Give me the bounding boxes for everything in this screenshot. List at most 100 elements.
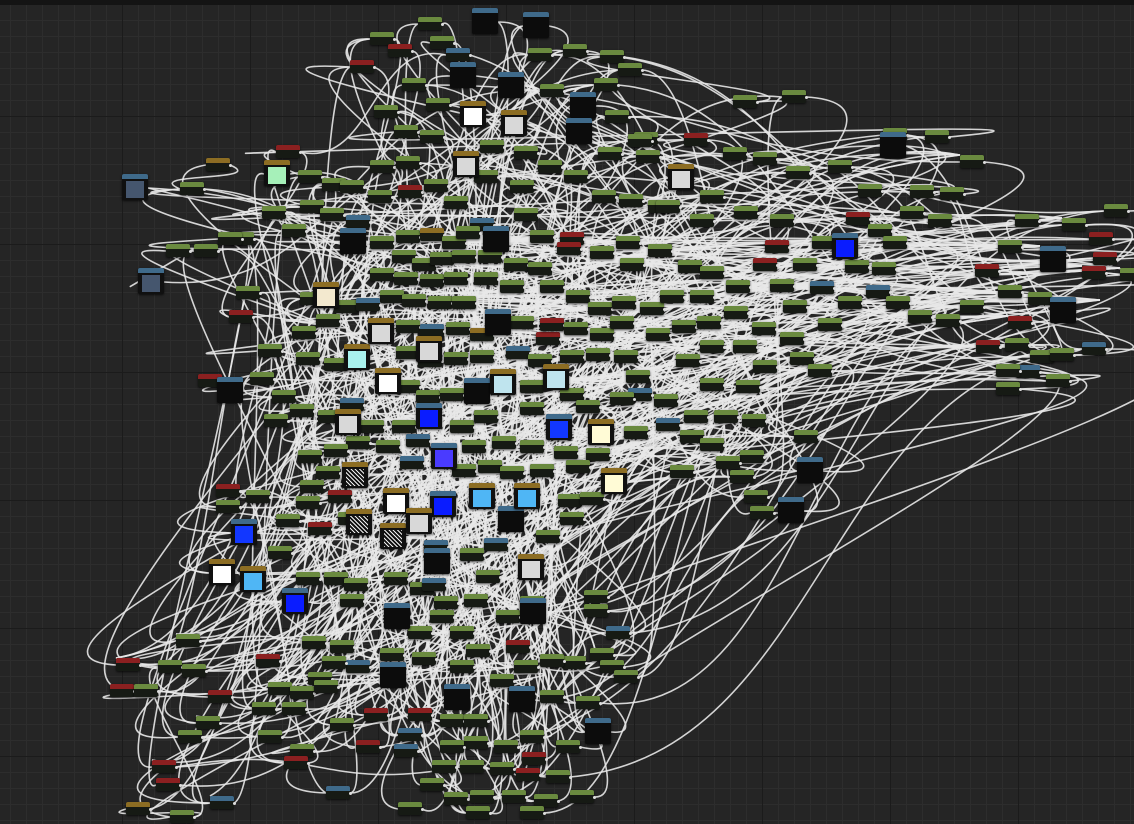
function-node[interactable] [753,258,779,271]
scalar-parameter-node[interactable] [452,250,478,263]
texture-sample-node[interactable] [1050,297,1076,323]
output-pin[interactable] [1085,224,1088,227]
output-pin[interactable] [363,404,366,407]
output-pin[interactable] [617,84,620,87]
scalar-parameter-node[interactable] [936,314,962,327]
output-pin[interactable] [279,660,282,663]
output-pin[interactable] [579,746,582,749]
function-node[interactable] [516,768,542,781]
output-pin[interactable] [776,158,779,161]
scalar-parameter-node[interactable] [563,44,589,57]
output-pin[interactable] [299,151,302,154]
material-graph-canvas[interactable] [0,0,1134,824]
output-pin[interactable] [139,664,142,667]
scalar-parameter-node[interactable] [998,240,1024,253]
output-pin[interactable] [533,322,536,325]
scalar-parameter-node[interactable] [588,302,614,315]
texture-sample-node[interactable] [498,506,524,532]
output-pin[interactable] [319,358,322,361]
color-parameter-node[interactable] [240,566,266,592]
output-pin[interactable] [1073,354,1076,357]
scalar-parameter-node[interactable] [782,90,808,103]
output-pin[interactable] [637,356,640,359]
output-pin[interactable] [551,360,554,363]
output-pin[interactable] [763,456,766,459]
output-pin[interactable] [281,350,284,353]
output-pin[interactable] [537,214,540,217]
scalar-parameter-node[interactable] [716,456,742,469]
scalar-parameter-node[interactable] [700,266,726,279]
scalar-parameter-node[interactable] [432,760,458,773]
output-pin[interactable] [629,632,632,635]
output-pin[interactable] [483,766,486,769]
output-pin[interactable] [803,338,806,341]
texture-sample-node[interactable] [566,118,592,144]
output-pin[interactable] [851,166,854,169]
scalar-parameter-node[interactable] [742,414,768,427]
scalar-parameter-node[interactable] [586,448,612,461]
texture-sample-node[interactable] [444,684,470,710]
output-pin[interactable] [707,416,710,419]
scalar-parameter-node[interactable] [394,272,420,285]
output-pin[interactable] [1116,258,1119,261]
scalar-parameter-node[interactable] [590,328,616,341]
texture-parameter-node[interactable] [126,802,152,815]
output-pin[interactable] [485,446,488,449]
scalar-parameter-node[interactable] [158,660,184,673]
output-pin[interactable] [523,286,526,289]
output-pin[interactable] [353,646,356,649]
color-parameter-node[interactable] [122,174,148,200]
output-pin[interactable] [369,442,372,445]
function-node[interactable] [1089,232,1115,245]
function-node[interactable] [388,44,414,57]
scalar-parameter-node[interactable] [560,350,586,363]
color-parameter-node[interactable] [588,419,614,445]
output-pin[interactable] [467,202,470,205]
scalar-parameter-node[interactable] [510,316,536,329]
output-pin[interactable] [473,632,476,635]
scalar-parameter-node[interactable] [440,388,466,401]
output-pin[interactable] [679,206,682,209]
output-pin[interactable] [421,808,424,811]
scalar-parameter-node[interactable] [808,364,834,377]
scalar-parameter-node[interactable] [370,268,396,281]
scalar-parameter-node[interactable] [908,310,934,323]
output-pin[interactable] [933,191,936,194]
output-pin[interactable] [219,722,222,725]
output-pin[interactable] [407,578,410,581]
output-pin[interactable] [580,248,583,251]
scalar-parameter-node[interactable] [697,316,723,329]
output-pin[interactable] [487,742,490,745]
scalar-parameter-node[interactable] [466,806,492,819]
output-pin[interactable] [756,101,759,104]
output-pin[interactable] [959,320,962,323]
vector-parameter-node[interactable] [1082,342,1108,355]
scalar-parameter-node[interactable] [1120,268,1134,281]
output-pin[interactable] [641,69,644,72]
scalar-parameter-node[interactable] [628,134,654,147]
scalar-parameter-node[interactable] [656,200,682,213]
scalar-parameter-node[interactable] [714,410,740,423]
output-pin[interactable] [806,306,809,309]
output-pin[interactable] [931,316,934,319]
output-pin[interactable] [813,358,816,361]
output-pin[interactable] [475,302,478,305]
texture-sample-node[interactable] [498,72,524,98]
output-pin[interactable] [425,84,428,87]
output-pin[interactable] [473,666,476,669]
output-pin[interactable] [776,264,779,267]
output-pin[interactable] [923,212,926,215]
output-pin[interactable] [345,662,348,665]
scalar-parameter-node[interactable] [370,160,396,173]
output-pin[interactable] [599,406,602,409]
scalar-parameter-node[interactable] [730,470,756,483]
scalar-parameter-node[interactable] [444,792,470,805]
scalar-parameter-node[interactable] [440,714,466,727]
scalar-parameter-node[interactable] [440,740,466,753]
texture-sample-node[interactable] [217,377,243,403]
scalar-parameter-node[interactable] [646,328,672,341]
scalar-parameter-node[interactable] [296,496,322,509]
output-pin[interactable] [291,552,294,555]
output-pin[interactable] [379,746,382,749]
output-pin[interactable] [983,306,986,309]
